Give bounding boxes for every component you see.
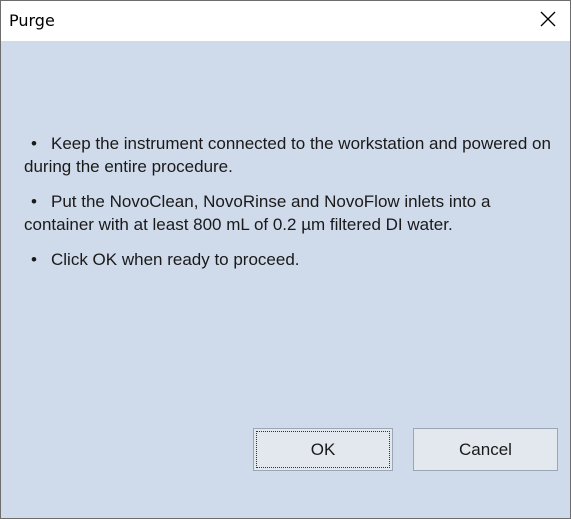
cancel-button[interactable]: Cancel (413, 428, 558, 471)
bullet: • (31, 192, 37, 211)
instruction-text: Put the NovoClean, NovoRinse and NovoFlo… (24, 192, 491, 234)
ok-button[interactable]: OK (253, 428, 393, 471)
instructions: • Keep the instrument connected to the wo… (24, 132, 559, 283)
purge-dialog: Purge • Keep the instrument connected to … (0, 0, 571, 519)
close-button[interactable] (526, 1, 570, 41)
bullet: • (31, 134, 37, 153)
instruction-text: Keep the instrument connected to the wor… (24, 134, 551, 176)
bullet: • (31, 250, 37, 269)
title-bar[interactable]: Purge (1, 1, 570, 41)
instruction-item: • Click OK when ready to proceed. (24, 248, 559, 271)
instruction-item: • Put the NovoClean, NovoRinse and NovoFl… (24, 190, 559, 236)
instruction-text: Click OK when ready to proceed. (51, 250, 300, 269)
instruction-item: • Keep the instrument connected to the wo… (24, 132, 559, 178)
close-icon (540, 11, 556, 32)
dialog-title: Purge (9, 11, 55, 30)
